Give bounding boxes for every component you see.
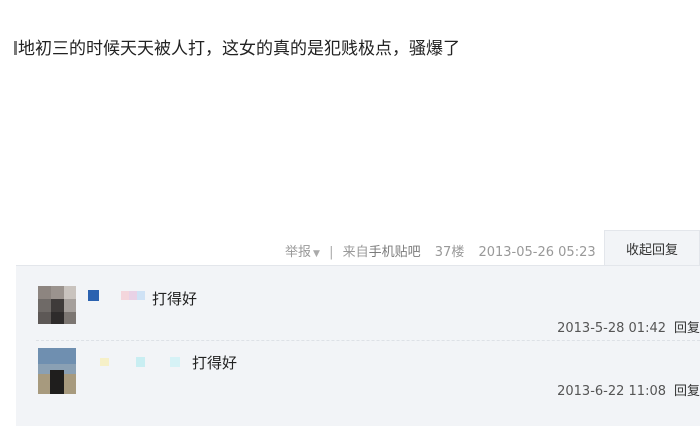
username-blurred[interactable]	[100, 356, 190, 368]
source-prefix: 来自	[342, 245, 369, 260]
reply-text: 打得好	[152, 290, 198, 308]
reply-button[interactable]: 回复	[674, 384, 700, 399]
post-meta: 举报 ▼ | 来自手机贴吧 37楼 2013-05-26 05:23	[285, 241, 596, 260]
avatar[interactable]	[38, 348, 76, 394]
avatar[interactable]	[38, 286, 76, 324]
report-link[interactable]: 举报 ▼	[285, 245, 320, 260]
chevron-down-icon: ▼	[313, 249, 320, 259]
reply-meta: 2013-5-28 01:42 回复	[557, 317, 700, 336]
post-text: 地初三的时候天天被人打，这女的真的是犯贱极点，骚爆了	[18, 39, 460, 59]
collapse-replies-button[interactable]: 收起回复	[604, 230, 700, 266]
reply-meta: 2013-6-22 11:08 回复	[557, 380, 700, 399]
source-link[interactable]: 手机贴吧	[369, 245, 421, 260]
reply-button[interactable]: 回复	[674, 321, 700, 336]
text-cursor-mark	[14, 41, 17, 55]
post-time: 2013-05-26 05:23	[478, 245, 596, 260]
floor-number: 37楼	[434, 245, 465, 260]
username-blurred[interactable]	[88, 290, 152, 302]
meta-separator: |	[329, 245, 334, 260]
reply-divider	[36, 340, 700, 342]
reply-text: 打得好	[192, 354, 238, 372]
reply-time: 2013-5-28 01:42	[557, 321, 666, 336]
reply-time: 2013-6-22 11:08	[557, 384, 666, 399]
reply-panel: 打得好 2013-5-28 01:42 回复 打得好 2013-6-22 11:0…	[16, 265, 700, 426]
post-content: 地初三的时候天天被人打，这女的真的是犯贱极点，骚爆了	[14, 34, 460, 59]
